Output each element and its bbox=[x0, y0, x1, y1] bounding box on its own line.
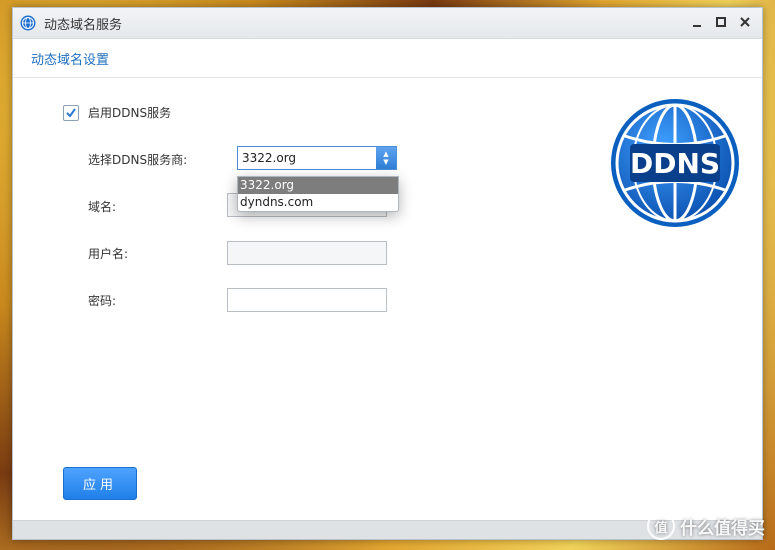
provider-label: 选择DDNS服务商: bbox=[88, 153, 188, 167]
domain-label: 域名: bbox=[88, 200, 117, 214]
provider-select-value: 3322.org bbox=[242, 151, 297, 165]
watermark: 值 什么值得买 bbox=[647, 512, 765, 540]
close-icon[interactable] bbox=[738, 15, 752, 29]
section-title[interactable]: 动态域名设置 bbox=[31, 49, 109, 68]
maximize-icon[interactable] bbox=[714, 15, 728, 29]
ddns-window: 动态域名服务 动态域名设置 启用DDNS服务 选择DDNS服务商: 3322.o… bbox=[12, 7, 763, 540]
watermark-logo-icon: 值 bbox=[647, 512, 675, 540]
username-label: 用户名: bbox=[88, 247, 129, 261]
logo-text: DDNS bbox=[630, 147, 720, 180]
globe-app-icon bbox=[20, 15, 36, 31]
window-title: 动态域名服务 bbox=[44, 17, 123, 33]
password-label: 密码: bbox=[88, 294, 117, 308]
checkmark-icon bbox=[66, 108, 76, 118]
select-arrow-icon[interactable]: ▲ ▼ bbox=[376, 147, 396, 169]
provider-option[interactable]: 3322.org bbox=[238, 177, 398, 194]
provider-option[interactable]: dyndns.com bbox=[238, 194, 398, 211]
password-input[interactable] bbox=[227, 288, 387, 312]
enable-ddns-label: 启用DDNS服务 bbox=[88, 106, 172, 120]
enable-ddns-checkbox[interactable] bbox=[63, 105, 79, 121]
title-bar[interactable]: 动态域名服务 bbox=[13, 8, 762, 39]
apply-button[interactable]: 应用 bbox=[63, 467, 137, 500]
provider-select[interactable]: 3322.org ▲ ▼ bbox=[237, 146, 397, 170]
ddns-globe-logo: DDNS bbox=[611, 99, 739, 227]
watermark-text: 什么值得买 bbox=[680, 518, 765, 539]
username-input[interactable] bbox=[227, 241, 387, 265]
minimize-icon[interactable] bbox=[690, 15, 704, 29]
provider-dropdown: 3322.org dyndns.com bbox=[237, 176, 399, 212]
section-header: 动态域名设置 bbox=[13, 39, 762, 78]
